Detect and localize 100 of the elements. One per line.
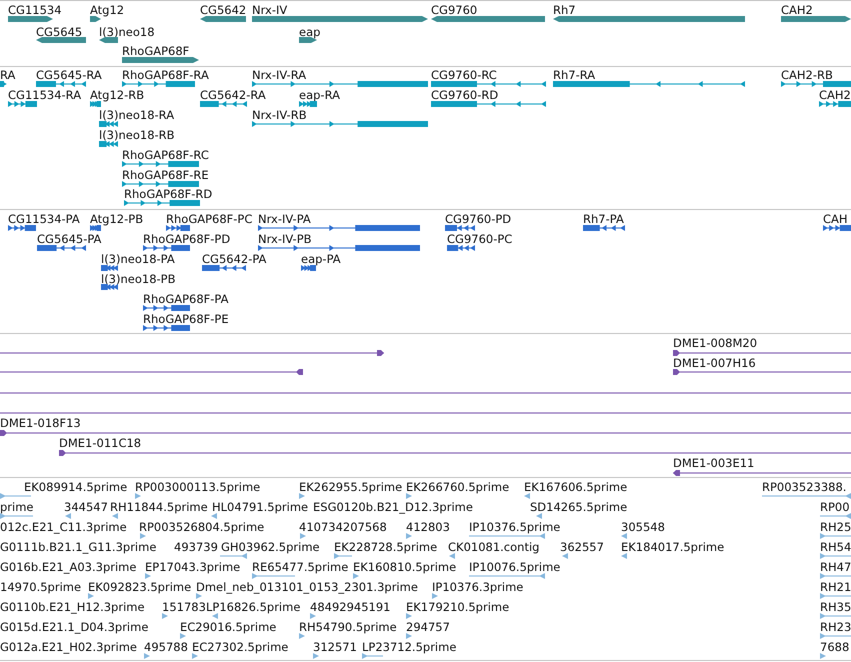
est-label[interactable]: EK228728.5prime: [334, 540, 438, 554]
est-label[interactable]: G0110b.E21_H12.3prime: [0, 600, 145, 614]
transcript-label[interactable]: Nrx-IV-RB: [252, 108, 307, 122]
transcript-label[interactable]: CG11534-RA: [8, 88, 82, 102]
transcript-label[interactable]: Rh7-RA: [553, 68, 596, 82]
transcript-label[interactable]: CG9760-RC: [431, 68, 497, 82]
transcript-label[interactable]: RhoGAP68F-PC: [166, 212, 252, 226]
est-label[interactable]: 493739: [174, 540, 218, 554]
est-label[interactable]: RH21: [820, 580, 851, 594]
est-label[interactable]: 344547: [64, 500, 108, 514]
gene-label[interactable]: RhoGAP68F: [122, 44, 190, 58]
est-label[interactable]: SD14265.5prime: [530, 500, 628, 514]
transcript-label[interactable]: CG5642-PA: [202, 252, 266, 266]
est-label[interactable]: RE65477.5prime: [252, 560, 348, 574]
clone-label[interactable]: DME1-011C18: [59, 436, 142, 450]
transcript-label[interactable]: CG5645-RA: [36, 68, 102, 82]
transcript-label[interactable]: RhoGAP68F-RD: [124, 187, 212, 201]
transcript-label[interactable]: CAH2-RB: [781, 68, 833, 82]
transcript-label[interactable]: l(3)neo18-RA: [99, 108, 174, 122]
transcript-label[interactable]: RhoGAP68F-PD: [143, 232, 230, 246]
est-label[interactable]: HL04791.5prime: [212, 500, 308, 514]
transcript-label[interactable]: l(3)neo18-PA: [101, 252, 175, 266]
est-label[interactable]: G016b.E21_A03.3prime: [0, 560, 136, 574]
gene-label[interactable]: Atg12: [90, 3, 124, 17]
transcript-label[interactable]: RhoGAP68F-RA: [122, 68, 209, 82]
transcript-label[interactable]: CG9760-PD: [445, 212, 512, 226]
est-label[interactable]: EC27302.5prime: [192, 640, 288, 654]
est-label[interactable]: EP17043.3prime: [145, 560, 240, 574]
clone-label[interactable]: DME1-008M20: [673, 336, 758, 350]
est-label[interactable]: RP003523388.: [762, 480, 846, 494]
est-label[interactable]: EK266760.5prime: [406, 480, 510, 494]
est-label[interactable]: LP16826.5prime: [206, 600, 300, 614]
transcript-label[interactable]: RhoGAP68F-RE: [122, 168, 209, 182]
est-label[interactable]: 495788: [144, 640, 188, 654]
est-label[interactable]: 305548: [621, 520, 665, 534]
est-label[interactable]: RH47: [820, 560, 851, 574]
clone-label[interactable]: DME1-018F13: [0, 416, 81, 430]
est-label[interactable]: 151783: [162, 600, 206, 614]
gene-label[interactable]: Rh7: [553, 3, 576, 17]
transcript-label[interactable]: CG5645-PA: [37, 232, 102, 246]
est-label[interactable]: 412803: [406, 520, 450, 534]
est-label[interactable]: RH54: [820, 540, 851, 554]
est-label[interactable]: 410734207568: [299, 520, 387, 534]
transcript-label[interactable]: RhoGAP68F-RC: [122, 148, 209, 162]
est-label[interactable]: RH35: [820, 600, 851, 614]
est-label[interactable]: LP23712.5prime: [362, 640, 456, 654]
transcript-label[interactable]: CG11534-PA: [8, 212, 80, 226]
gene-label[interactable]: CG9760: [431, 3, 478, 17]
transcript-label[interactable]: CAH: [823, 212, 848, 226]
clone-label[interactable]: DME1-003E11: [673, 456, 754, 470]
gene-label[interactable]: CG5645: [36, 25, 82, 39]
est-label[interactable]: G0111b.B21.1_G11.3prime: [0, 540, 156, 554]
est-label[interactable]: 312571: [313, 640, 357, 654]
est-label[interactable]: RP003526804.5prime: [139, 520, 264, 534]
gene-label[interactable]: Nrx-IV: [252, 3, 288, 17]
est-label[interactable]: EK262955.5prime: [299, 480, 402, 494]
transcript-label[interactable]: Atg12-RB: [90, 88, 144, 102]
est-label[interactable]: Dmel_neb_013101_0153_2301.3prime: [196, 580, 418, 594]
transcript-label[interactable]: CAH2: [819, 88, 851, 102]
gene-label[interactable]: eap: [299, 25, 320, 39]
est-label[interactable]: IP10376.5prime: [469, 520, 560, 534]
est-label[interactable]: G015d.E21.1_D04.3prime: [0, 620, 148, 634]
transcript-label[interactable]: RhoGAP68F-PA: [143, 292, 228, 306]
transcript-label[interactable]: CG5642-RA: [200, 88, 266, 102]
est-label[interactable]: RH54790.5prime: [299, 620, 397, 634]
est-label[interactable]: prime: [0, 500, 34, 514]
transcript-label[interactable]: RhoGAP68F-PE: [143, 312, 229, 326]
est-label[interactable]: 7688: [820, 640, 850, 654]
est-label[interactable]: EK089914.5prime: [24, 480, 128, 494]
est-label[interactable]: EK160810.5prime: [353, 560, 456, 574]
est-label[interactable]: EK184017.5prime: [621, 540, 724, 554]
est-label[interactable]: 48492945191: [310, 600, 390, 614]
transcript-label[interactable]: eap-RA: [299, 88, 340, 102]
transcript-label[interactable]: l(3)neo18-PB: [101, 272, 176, 286]
gene-label[interactable]: CAH2: [781, 3, 813, 17]
est-label[interactable]: G012a.E21_H02.3prime: [0, 640, 137, 654]
est-label[interactable]: 14970.5prime: [0, 580, 82, 594]
est-label[interactable]: EK179210.5prime: [406, 600, 510, 614]
est-label[interactable]: RH25: [820, 520, 851, 534]
transcript-label[interactable]: Atg12-PB: [90, 212, 144, 226]
est-label[interactable]: 362557: [560, 540, 604, 554]
est-label[interactable]: RH11844.5prime: [110, 500, 208, 514]
est-label[interactable]: EK092823.5prime: [88, 580, 192, 594]
clone-label[interactable]: DME1-007H16: [673, 356, 756, 370]
est-label[interactable]: RP00: [820, 500, 850, 514]
transcript-label[interactable]: Nrx-IV-PB: [258, 232, 312, 246]
transcript-label[interactable]: Rh7-PA: [583, 212, 624, 226]
transcript-label[interactable]: l(3)neo18-RB: [99, 128, 175, 142]
gene-label[interactable]: CG5642: [200, 3, 246, 17]
est-label[interactable]: GH03962.5prime: [221, 540, 320, 554]
est-label[interactable]: ESG0120b.B21_D12.3prime: [313, 500, 473, 514]
est-label[interactable]: IP10376.3prime: [432, 580, 524, 594]
est-label[interactable]: RH23: [820, 620, 851, 634]
est-label[interactable]: 294757: [406, 620, 450, 634]
transcript-label[interactable]: RA: [0, 68, 16, 82]
est-label[interactable]: EC29016.5prime: [180, 620, 276, 634]
est-label[interactable]: 012c.E21_C11.3prime: [0, 520, 127, 534]
transcript-label[interactable]: eap-PA: [301, 252, 341, 266]
gene-label[interactable]: l(3)neo18: [99, 25, 155, 39]
est-label[interactable]: CK01081.contig: [448, 540, 540, 554]
